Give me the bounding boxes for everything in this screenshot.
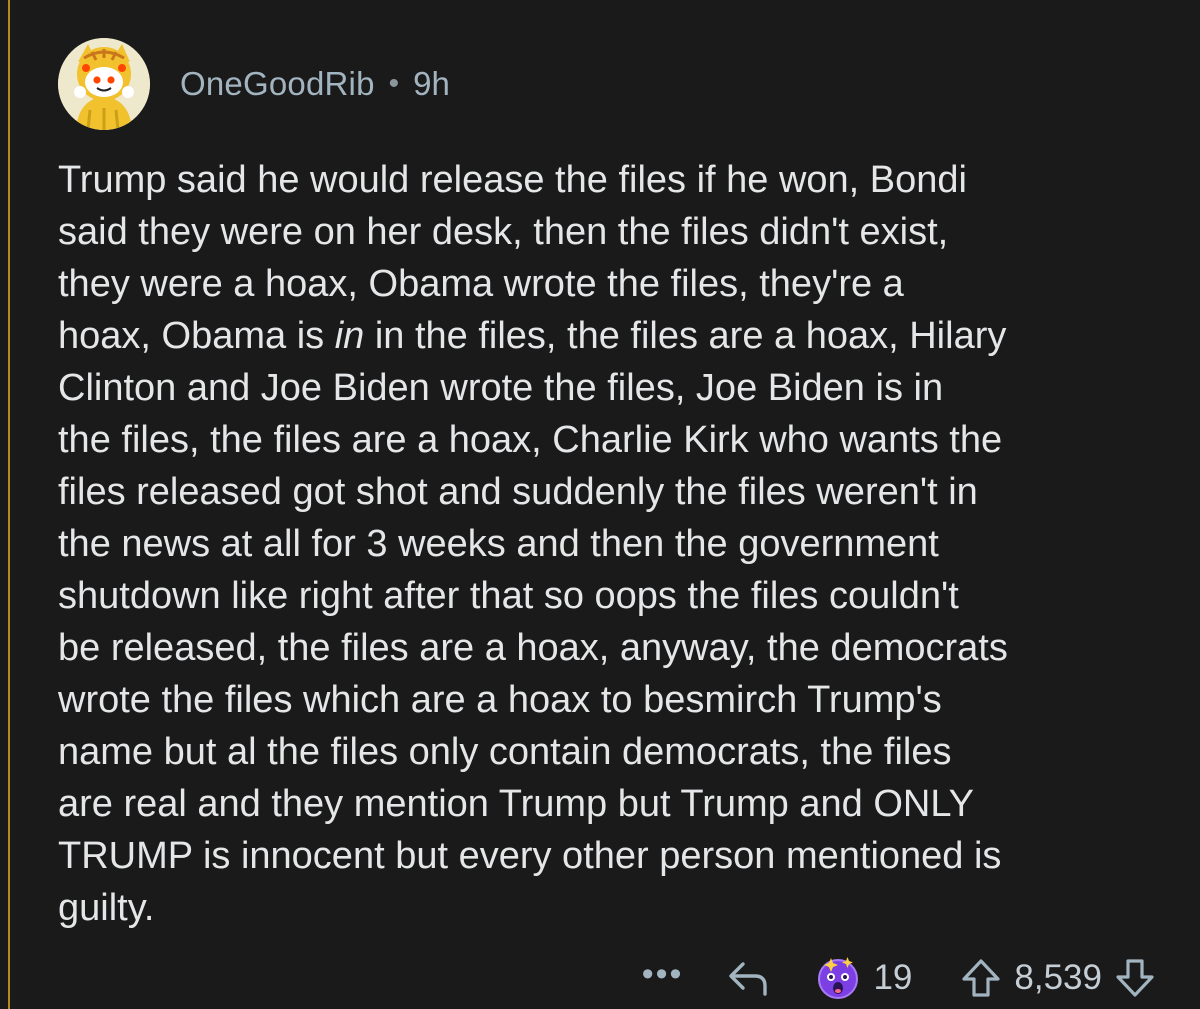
comment-header: OneGoodRib • 9h [58, 38, 450, 130]
comment-text: hoax, Obama is [58, 315, 335, 357]
comment-line: the news at all for 3 weeks and then the… [58, 523, 939, 565]
comment-actions: ••• 19 8,539 [642, 946, 1156, 1009]
comment-line: wrote the files which are a hoax to besm… [58, 679, 942, 721]
comment-line: guilty. [58, 887, 155, 929]
comment-line: files released got shot and suddenly the… [58, 471, 978, 513]
comment-age: 9h [413, 65, 450, 102]
comment-line: TRUMP is innocent but every other person… [58, 835, 1002, 877]
italic-emphasis: in [334, 315, 365, 357]
more-options-icon[interactable]: ••• [642, 957, 684, 999]
comment-line: Clinton and Joe Biden wrote the files, J… [58, 367, 944, 409]
upvote-arrow-icon[interactable] [960, 957, 1002, 999]
comment-body: Trump said he would release the files if… [58, 154, 1178, 934]
snoo-avatar-icon[interactable] [58, 38, 150, 130]
comment-line: said they were on her desk, then the fil… [58, 211, 949, 253]
downvote-arrow-icon[interactable] [1114, 957, 1156, 999]
reply-arrow-icon[interactable] [727, 958, 771, 998]
comment-line: the files, the files are a hoax, Charlie… [58, 419, 1003, 461]
score-count: 8,539 [1014, 958, 1102, 997]
award-count: 19 [873, 958, 913, 997]
comment: OneGoodRib • 9h Trump said he would rele… [0, 0, 1200, 1009]
comment-line: are real and they mention Trump but Trum… [58, 783, 974, 825]
comment-line: shutdown like right after that so oops t… [58, 575, 959, 617]
comment-line: be released, the files are a hoax, anywa… [58, 627, 1008, 669]
comment-line: they were a hoax, Obama wrote the files,… [58, 263, 904, 305]
comment-line: Trump said he would release the files if… [58, 159, 967, 201]
comment-line: name but al the files only contain democ… [58, 731, 952, 773]
award-icon[interactable] [815, 955, 861, 1001]
meta-separator: • [388, 67, 400, 100]
comment-text: in the files, the files are a hoax, Hila… [364, 315, 1007, 357]
username-link[interactable]: OneGoodRib [180, 65, 375, 103]
comment-line: hoax, Obama is in in the files, the file… [58, 310, 1178, 362]
